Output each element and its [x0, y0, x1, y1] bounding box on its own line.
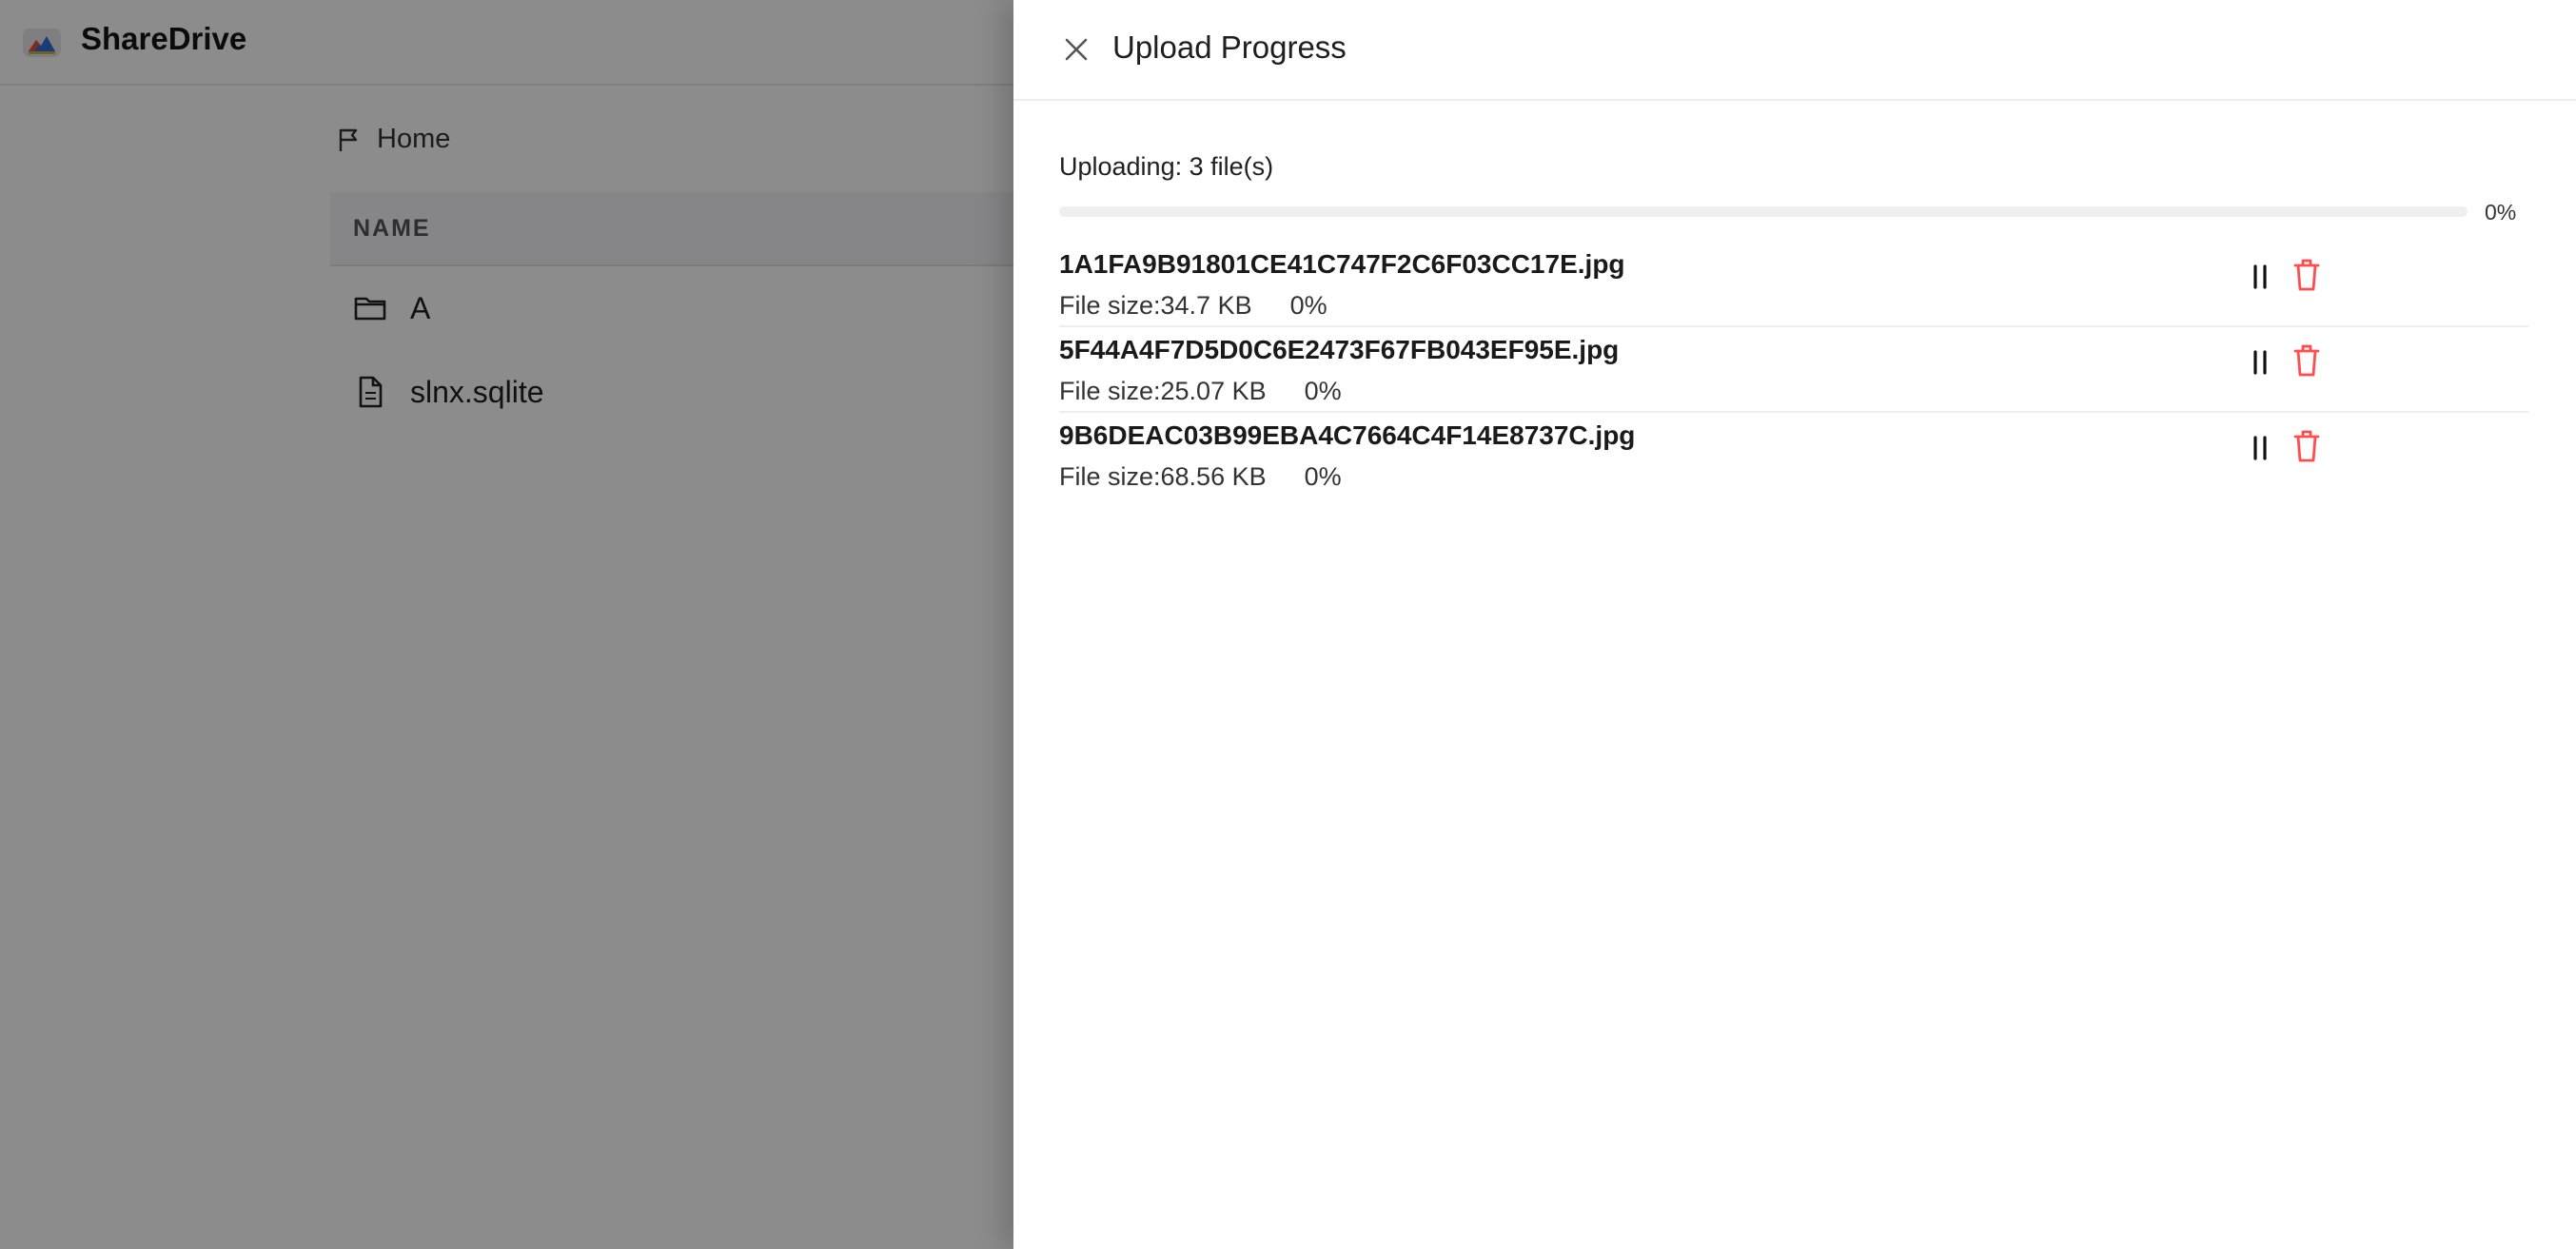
close-icon[interactable] — [1059, 32, 1093, 67]
upload-file-meta: File size:34.7 KB 0% — [1059, 291, 1327, 321]
upload-file-name: 1A1FA9B91801CE41C747F2C6F03CC17E.jpg — [1059, 249, 1625, 279]
upload-file-percent: 0% — [1304, 377, 1342, 405]
upload-file-item: 5F44A4F7D5D0C6E2473F67FB043EF95E.jpg Fil… — [1059, 327, 2528, 413]
upload-file-meta: File size:68.56 KB 0% — [1059, 462, 1342, 492]
drawer-title: Upload Progress — [1112, 29, 1347, 65]
overall-progress-percent: 0% — [2485, 200, 2517, 224]
upload-file-item: 1A1FA9B91801CE41C747F2C6F03CC17E.jpg Fil… — [1059, 242, 2528, 327]
upload-file-size: File size:68.56 KB — [1059, 462, 1267, 491]
upload-file-meta: File size:25.07 KB 0% — [1059, 377, 1342, 406]
upload-summary: Uploading: 3 file(s) — [1059, 152, 1274, 181]
drawer-header: Upload Progress — [1013, 0, 2576, 101]
upload-progress-drawer: Upload Progress Uploading: 3 file(s) 0% … — [1013, 0, 2576, 1249]
overall-progress-bar — [1059, 206, 2468, 217]
trash-icon[interactable] — [2291, 342, 2322, 379]
pause-icon[interactable] — [2246, 346, 2274, 379]
upload-file-item: 9B6DEAC03B99EBA4C7664C4F14E8737C.jpg Fil… — [1059, 413, 2528, 498]
upload-file-size: File size:25.07 KB — [1059, 377, 1267, 405]
upload-file-size: File size:34.7 KB — [1059, 291, 1252, 320]
pause-icon[interactable] — [2246, 432, 2274, 464]
trash-icon[interactable] — [2291, 428, 2322, 464]
upload-file-percent: 0% — [1289, 291, 1327, 320]
upload-file-list: 1A1FA9B91801CE41C747F2C6F03CC17E.jpg Fil… — [1059, 242, 2528, 498]
pause-icon[interactable] — [2246, 261, 2274, 293]
trash-icon[interactable] — [2291, 257, 2322, 293]
upload-file-name: 5F44A4F7D5D0C6E2473F67FB043EF95E.jpg — [1059, 335, 1620, 364]
upload-file-percent: 0% — [1304, 462, 1342, 491]
upload-file-name: 9B6DEAC03B99EBA4C7664C4F14E8737C.jpg — [1059, 420, 1636, 450]
